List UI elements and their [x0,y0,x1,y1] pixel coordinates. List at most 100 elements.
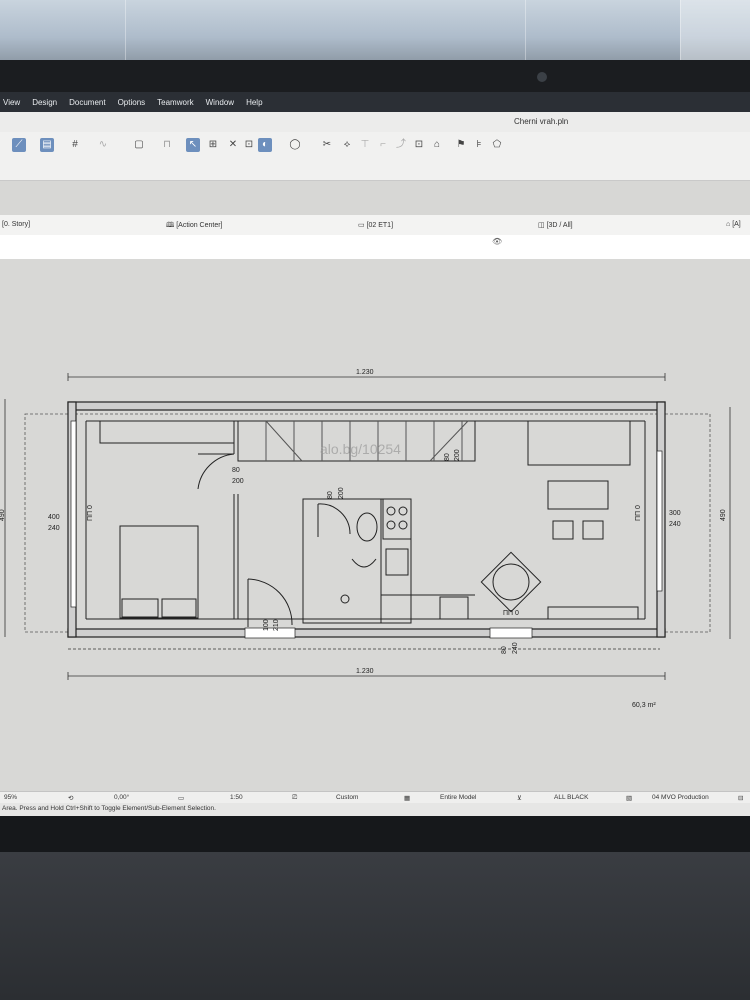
dim-left-opening-bottom: 240 [48,525,60,532]
tab-other[interactable]: ⌂ [A] [726,221,741,228]
hint-text: Area. Press and Hold Ctrl+Shift to Toggl… [2,805,216,812]
sink [385,548,409,576]
lock-status-icon[interactable]: ⊟ [738,794,743,802]
line-tool-icon[interactable]: ⟋ [12,138,26,152]
dim-right-opening-bottom: 240 [669,521,681,528]
dim-total-top: 1.230 [356,369,374,376]
zoom-value[interactable]: 95% [4,794,17,801]
menu-document[interactable]: Document [69,98,105,107]
monitor-bezel-top [0,60,750,96]
window-right [656,450,663,592]
coffee-table [547,480,609,510]
shape-icon[interactable]: ⬠ [490,138,504,152]
drawing-canvas[interactable]: alo.bg/10254 1.230 1.230 400 240 ПП 0 30… [0,259,750,791]
camera-icon [537,72,547,82]
dim-right-opening-top: 300 [669,510,681,517]
window-blind [525,0,526,62]
washbasin [356,512,378,542]
layout-icon[interactable]: ▭ [178,794,184,802]
snap-icon[interactable]: ∿ [96,138,110,152]
dim-door-entry-right: 210 [273,619,280,631]
angle-value[interactable]: 0,00° [114,794,129,801]
bed [119,525,199,619]
dim-door-bath-top: 80 [327,491,334,499]
toilet [351,558,377,568]
wardrobe [99,420,235,444]
magic-wand-icon[interactable]: ⟡ [340,138,354,152]
door-arc-bedroom [197,453,235,490]
door-arc-entry [247,578,293,626]
door-opening-entry [244,627,296,639]
color-value[interactable]: ALL BLACK [554,794,588,801]
tab-action-center[interactable]: 🕮 [Action Center] [166,221,223,232]
select-arrow-icon[interactable]: ↖ [186,138,200,152]
tab-3d[interactable]: ◫ [3D / All] [538,221,573,229]
screen: View Design Document Options Teamwork Wi… [0,92,750,816]
toolbar: ⟋ ▤ # ∿ ▢ ⊓ ↖ ⊞ ✕ ⊡ ◐ ◯ ✂ ⟡ ⊤ ⌐ ⤴ ⊡ ⌂ ⚑ … [0,132,750,181]
dim-total-bottom: 1.230 [356,668,374,675]
tv-bench [547,606,639,620]
set-icon[interactable]: ▧ [626,794,632,802]
monitor-bezel-bottom [0,816,750,856]
window-left [70,420,77,608]
scale-value[interactable]: 1:50 [230,794,243,801]
roof-icon[interactable]: ⌂ [430,138,444,152]
layer-icon[interactable]: ▢ [132,138,146,152]
wall-top [67,401,666,411]
production-set-value[interactable]: 04 MVO Production [652,794,709,801]
dim-right-window-code: ПП 0 [635,505,642,521]
area-label: 60,3 m² [632,702,656,709]
tab-layout-label: [02 ET1] [366,222,394,229]
menu-view[interactable]: View [3,98,20,107]
menu-options[interactable]: Options [118,98,146,107]
dim-bottom-opening-bottom: 240 [512,642,519,654]
resize-icon[interactable]: ⊡ [242,138,256,152]
cross-icon[interactable]: ✕ [226,138,240,152]
window-bottom [489,627,533,639]
eye-icon[interactable]: 👁 [492,237,502,246]
menu-design[interactable]: Design [32,98,57,107]
dim-bottom-window-code: ПП 0 [503,610,519,617]
model-filter-value[interactable]: Entire Model [440,794,477,801]
tab-layout[interactable]: ▭ [02 ET1] [358,221,393,229]
pen-icon[interactable]: ⎚ [292,794,297,802]
dim-left-height: 490 [0,509,6,521]
view-icon[interactable]: ◐ [258,138,272,152]
lock-icon[interactable]: ⊓ [160,138,174,152]
grid-icon[interactable]: # [68,138,82,152]
document-title: Cherni vrah.pln [514,117,569,126]
flag-icon[interactable]: ⚑ [454,138,468,152]
color-icon[interactable]: ⊻ [517,794,522,802]
tab-3d-label: [3D / All] [546,222,573,229]
tab-other-label: [A] [732,221,741,228]
dimension-icon[interactable]: ⊞ [206,138,220,152]
window-blind [125,0,126,62]
dim-door-bath-bottom: 200 [338,487,345,499]
filter-icon[interactable]: ▦ [404,794,410,802]
tab-story[interactable]: [0. Story] [2,221,30,228]
scissors-icon[interactable]: ✂ [320,138,334,152]
dim-door-entry-left: 100 [263,619,270,631]
fill-handle-icon[interactable]: ⊧ [472,138,486,152]
pen-set-value[interactable]: Custom [336,794,358,801]
corner-icon[interactable]: ⌐ [376,138,390,152]
dim-stair-bottom: 200 [454,449,461,461]
floor-drain [340,594,350,604]
offset-icon[interactable]: ⤴ [394,138,408,152]
bathroom-walls [302,498,412,624]
menu-bar: View Design Document Options Teamwork Wi… [0,92,750,112]
door-arc-bathroom [317,503,351,535]
circle-icon[interactable]: ◯ [288,138,302,152]
rect-icon[interactable]: ⊡ [412,138,426,152]
menu-help[interactable]: Help [246,98,262,107]
fill-tool-icon[interactable]: ▤ [40,138,54,152]
stove [382,498,412,540]
menu-window[interactable]: Window [206,98,234,107]
dim-stair-top: 80 [444,453,451,461]
desk-surface [0,852,750,1000]
trim-icon[interactable]: ⊤ [358,138,372,152]
rotate-icon[interactable]: ⟲ [68,794,73,802]
dim-right-height: 490 [720,509,727,521]
menu-teamwork[interactable]: Teamwork [157,98,193,107]
canvas-header [0,235,750,260]
